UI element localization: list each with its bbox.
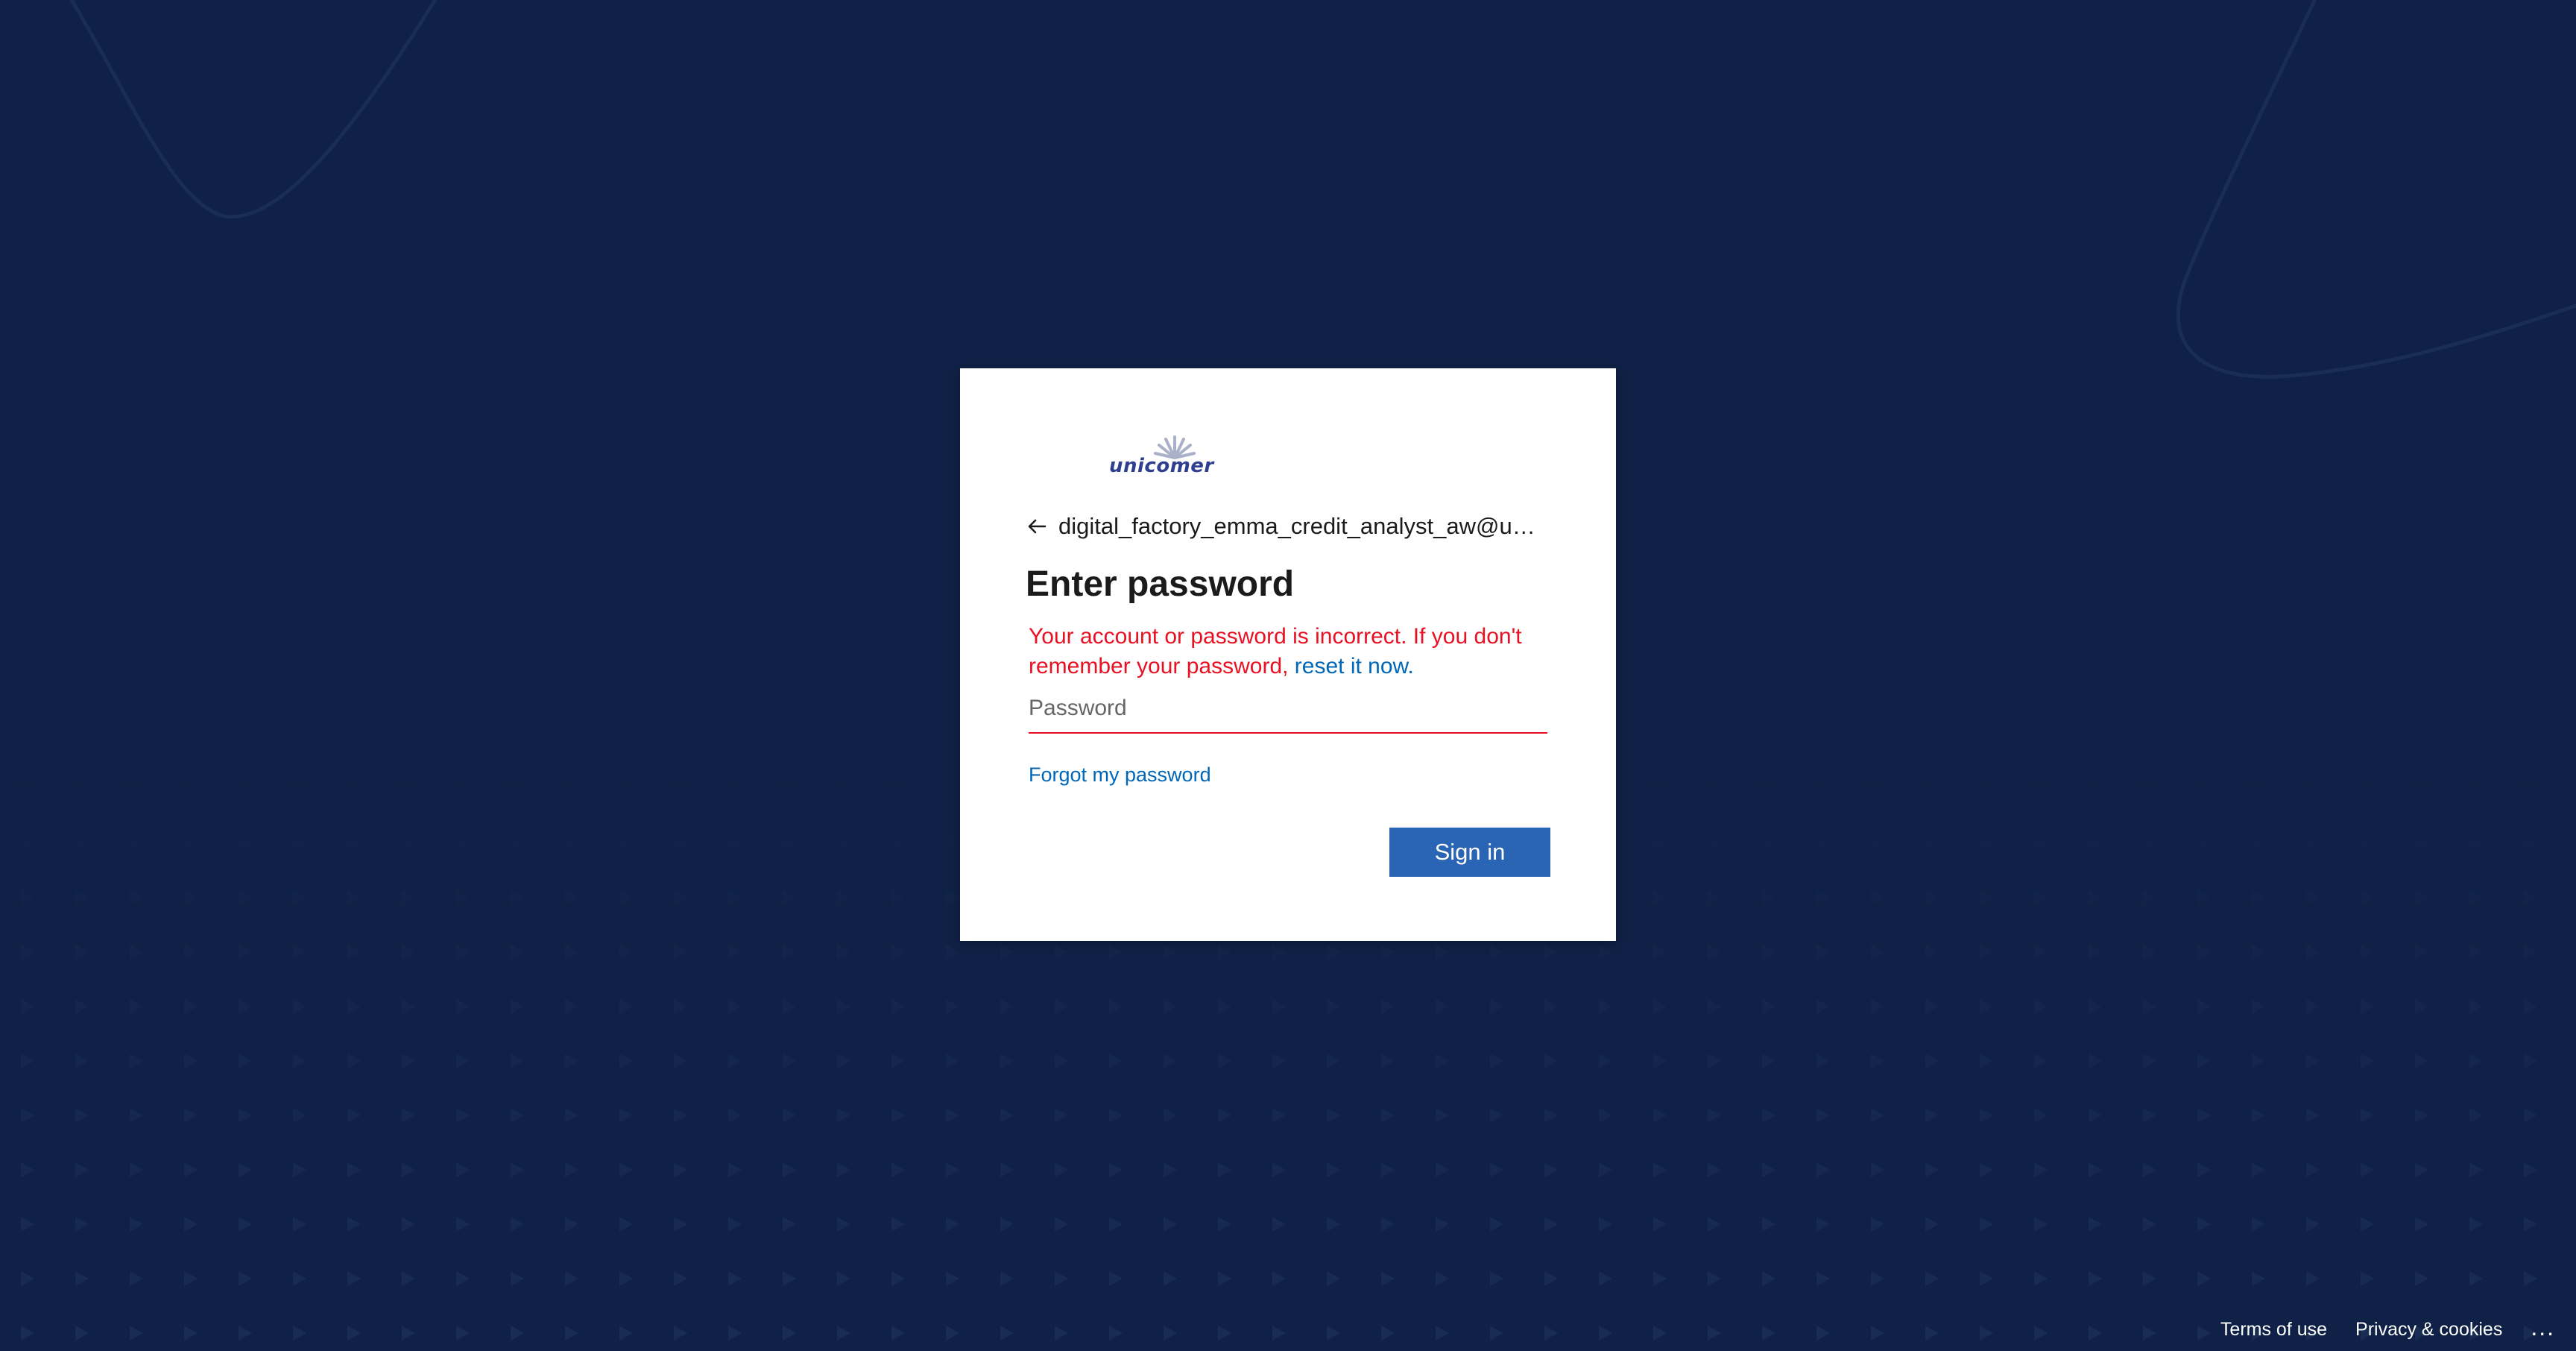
identity-banner: digital_factory_emma_credit_analyst_aw@u… xyxy=(1026,511,1547,541)
forgot-password-link[interactable]: Forgot my password xyxy=(1029,763,1211,787)
error-message: Your account or password is incorrect. I… xyxy=(1029,622,1565,681)
ellipsis-icon[interactable]: ... xyxy=(2531,1315,2555,1341)
terms-of-use-link[interactable]: Terms of use xyxy=(2220,1319,2327,1341)
password-input[interactable] xyxy=(1029,687,1547,729)
login-card: unicomer digital_factory_emma_credit_ana… xyxy=(960,368,1616,941)
password-field-wrapper xyxy=(1029,687,1547,734)
footer: Terms of use Privacy & cookies ... xyxy=(2220,1315,2555,1341)
unicomer-logo: unicomer xyxy=(1109,432,1243,485)
sign-in-button[interactable]: Sign in xyxy=(1389,828,1550,877)
back-arrow-icon[interactable] xyxy=(1026,515,1048,538)
page-title: Enter password xyxy=(1026,564,1295,604)
account-identity: digital_factory_emma_credit_analyst_aw@u… xyxy=(1058,513,1547,539)
privacy-cookies-link[interactable]: Privacy & cookies xyxy=(2355,1319,2502,1341)
reset-password-link[interactable]: reset it now. xyxy=(1295,654,1414,678)
error-text: Your account or password is incorrect. I… xyxy=(1029,624,1522,678)
logo-text: unicomer xyxy=(1109,455,1214,477)
